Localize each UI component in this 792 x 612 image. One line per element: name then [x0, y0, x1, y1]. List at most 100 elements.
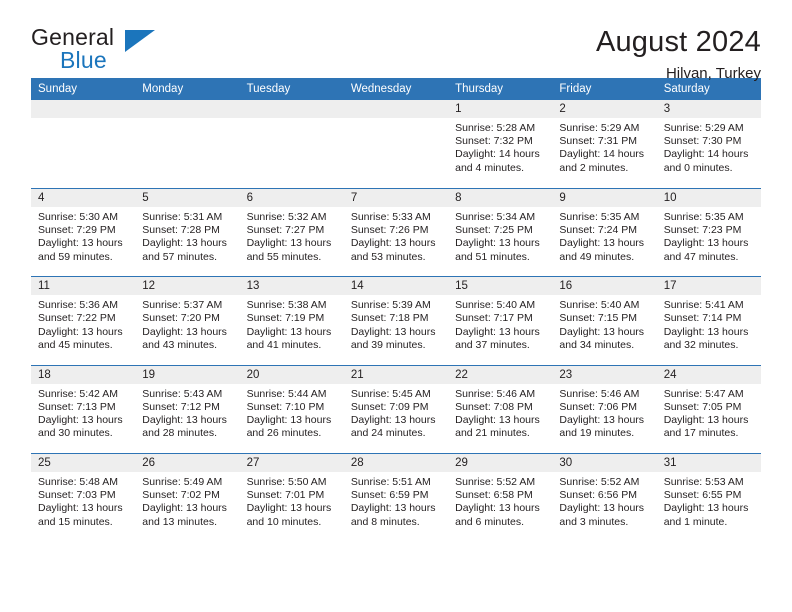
calendar-day-cell[interactable]: 24 Sunrise: 5:47 AM Sunset: 7:05 PM Dayligh… [656, 364, 761, 454]
calendar-day-cell[interactable]: 18 Sunrise: 5:42 AM Sunset: 7:13 PM Dayligh… [31, 364, 136, 454]
day-number: 22 [448, 365, 553, 384]
calendar-day-cell[interactable]: 22 Sunrise: 5:46 AM Sunset: 7:08 PM Dayligh… [448, 364, 553, 454]
daylight-text: Daylight: 13 hours and 55 minutes. [246, 237, 332, 263]
day-cell-content: 14 Sunrise: 5:39 AM Sunset: 7:18 PM Dayligh… [343, 277, 449, 364]
page-title: August 2024 [595, 26, 761, 58]
sunrise-text: Sunrise: 5:34 AM [455, 210, 536, 223]
calendar-day-cell[interactable]: 7 Sunrise: 5:33 AM Sunset: 7:26 PM Daylight… [343, 187, 449, 277]
sunset-text: Sunset: 7:17 PM [455, 312, 533, 325]
day-cell-content: 17 Sunrise: 5:41 AM Sunset: 7:14 PM Dayligh… [656, 277, 761, 364]
calendar-day-cell[interactable]: 5 Sunrise: 5:31 AM Sunset: 7:28 PM Daylight… [135, 187, 240, 277]
sunset-text: Sunset: 6:56 PM [559, 489, 638, 502]
daylight-text: Daylight: 13 hours and 53 minutes. [350, 237, 436, 263]
sunrise-text: Sunrise: 5:43 AM [142, 387, 223, 400]
sunset-text: Sunset: 7:10 PM [246, 400, 325, 413]
calendar-day-cell[interactable]: 10 Sunrise: 5:35 AM Sunset: 7:23 PM Dayligh… [656, 187, 761, 277]
calendar-day-cell[interactable]: 6 Sunrise: 5:32 AM Sunset: 7:27 PM Daylight… [239, 187, 344, 277]
calendar-day-cell[interactable]: 13 Sunrise: 5:38 AM Sunset: 7:19 PM Dayligh… [239, 276, 344, 366]
day-sun-info: Sunrise: 5:40 AM Sunset: 7:15 PM Daylight:… [552, 295, 656, 352]
day-cell-content: 2 Sunrise: 5:29 AM Sunset: 7:31 PM Daylight… [552, 100, 657, 188]
calendar-day-cell[interactable]: 28 Sunrise: 5:51 AM Sunset: 6:59 PM Dayligh… [343, 453, 449, 542]
calendar-day-cell[interactable]: 8 Sunrise: 5:34 AM Sunset: 7:25 PM Daylight… [448, 187, 553, 277]
sunset-text: Sunset: 7:06 PM [559, 400, 638, 413]
daylight-text: Daylight: 13 hours and 21 minutes. [455, 414, 540, 440]
calendar-day-cell[interactable]: 25 Sunrise: 5:48 AM Sunset: 7:03 PM Dayligh… [31, 453, 136, 542]
day-cell-content: 4 Sunrise: 5:30 AM Sunset: 7:29 PM Daylight… [31, 188, 136, 276]
sunset-text: Sunset: 7:05 PM [663, 400, 742, 413]
day-sun-info: Sunrise: 5:28 AM Sunset: 7:32 PM Daylight:… [448, 118, 552, 175]
day-number: 27 [239, 454, 344, 473]
day-number: 25 [31, 454, 136, 473]
day-number: 13 [239, 277, 344, 296]
day-number: 16 [552, 277, 657, 296]
calendar-day-cell[interactable]: 31 Sunrise: 5:53 AM Sunset: 6:55 PM Dayligh… [656, 453, 761, 542]
calendar-day-cell[interactable]: 1 Sunrise: 5:28 AM Sunset: 7:32 PM Daylight… [448, 100, 553, 188]
day-sun-info: Sunrise: 5:50 AM Sunset: 7:01 PM Daylight:… [240, 472, 344, 529]
calendar-day-cell[interactable]: 15 Sunrise: 5:40 AM Sunset: 7:17 PM Dayligh… [448, 276, 553, 366]
day-number: 14 [343, 277, 449, 296]
calendar-table: Sunday Monday Tuesday Wednesday Thursday… [31, 78, 761, 542]
calendar-day-cell[interactable]: 3 Sunrise: 5:29 AM Sunset: 7:30 PM Daylight… [656, 100, 761, 188]
sunrise-text: Sunrise: 5:36 AM [38, 299, 118, 312]
sunrise-text: Sunrise: 5:50 AM [246, 476, 327, 489]
calendar-day-cell[interactable]: 4 Sunrise: 5:30 AM Sunset: 7:29 PM Daylight… [31, 187, 136, 277]
sunset-text: Sunset: 7:22 PM [38, 312, 116, 325]
daylight-text: Daylight: 13 hours and 47 minutes. [663, 237, 749, 263]
calendar-day-cell[interactable]: 14 Sunrise: 5:39 AM Sunset: 7:18 PM Dayligh… [343, 276, 449, 366]
sunrise-text: Sunrise: 5:35 AM [559, 210, 640, 223]
calendar-day-cell[interactable]: 29 Sunrise: 5:52 AM Sunset: 6:58 PM Dayligh… [448, 453, 553, 542]
calendar-day-cell[interactable]: 17 Sunrise: 5:41 AM Sunset: 7:14 PM Dayligh… [656, 276, 761, 366]
sunrise-text: Sunrise: 5:40 AM [559, 299, 640, 312]
day-cell-content: 22 Sunrise: 5:46 AM Sunset: 7:08 PM Dayligh… [448, 365, 553, 453]
weekday-header-tuesday: Tuesday [239, 78, 344, 100]
sunrise-text: Sunrise: 5:48 AM [38, 476, 118, 489]
calendar-page: General Blue August 2024 Hilvan, Turkey … [0, 0, 792, 612]
day-number: 4 [31, 188, 136, 207]
day-cell-content: 8 Sunrise: 5:34 AM Sunset: 7:25 PM Daylight… [448, 188, 553, 276]
calendar-day-cell[interactable]: 2 Sunrise: 5:29 AM Sunset: 7:31 PM Daylight… [552, 100, 657, 188]
daylight-text: Daylight: 14 hours and 2 minutes. [559, 148, 645, 174]
calendar-day-cell[interactable]: 19 Sunrise: 5:43 AM Sunset: 7:12 PM Dayligh… [135, 364, 240, 454]
calendar-day-cell[interactable]: 16 Sunrise: 5:40 AM Sunset: 7:15 PM Dayligh… [552, 276, 657, 366]
day-cell-content: 10 Sunrise: 5:35 AM Sunset: 7:23 PM Dayligh… [656, 188, 761, 276]
sunset-text: Sunset: 7:19 PM [246, 312, 325, 325]
daylight-text: Daylight: 14 hours and 0 minutes. [663, 148, 749, 174]
calendar-day-cell[interactable]: 23 Sunrise: 5:46 AM Sunset: 7:06 PM Dayligh… [552, 364, 657, 454]
sunrise-text: Sunrise: 5:52 AM [455, 476, 536, 489]
sunrise-text: Sunrise: 5:32 AM [246, 210, 327, 223]
day-number: 18 [31, 365, 136, 384]
day-sun-info: Sunrise: 5:39 AM Sunset: 7:18 PM Daylight:… [344, 295, 448, 352]
sunrise-text: Sunrise: 5:51 AM [350, 476, 431, 489]
calendar-day-cell[interactable]: 20 Sunrise: 5:44 AM Sunset: 7:10 PM Dayligh… [239, 364, 344, 454]
sunset-text: Sunset: 6:58 PM [455, 489, 533, 502]
calendar-day-cell[interactable]: 12 Sunrise: 5:37 AM Sunset: 7:20 PM Dayligh… [135, 276, 240, 366]
day-sun-info: Sunrise: 5:52 AM Sunset: 6:58 PM Daylight:… [448, 472, 552, 529]
sunrise-text: Sunrise: 5:46 AM [455, 387, 536, 400]
calendar-day-cell[interactable]: 11 Sunrise: 5:36 AM Sunset: 7:22 PM Dayligh… [31, 276, 136, 366]
sunrise-text: Sunrise: 5:44 AM [246, 387, 327, 400]
day-cell-content: 18 Sunrise: 5:42 AM Sunset: 7:13 PM Dayligh… [31, 365, 136, 453]
daylight-text: Daylight: 13 hours and 19 minutes. [559, 414, 645, 440]
day-cell-content [343, 100, 449, 188]
day-cell-content: 9 Sunrise: 5:35 AM Sunset: 7:24 PM Daylight… [552, 188, 657, 276]
day-cell-content: 7 Sunrise: 5:33 AM Sunset: 7:26 PM Daylight… [343, 188, 449, 276]
day-number [343, 100, 449, 118]
calendar-day-cell[interactable]: 30 Sunrise: 5:52 AM Sunset: 6:56 PM Dayligh… [552, 453, 657, 542]
calendar-day-cell[interactable]: 27 Sunrise: 5:50 AM Sunset: 7:01 PM Dayligh… [239, 453, 344, 542]
day-number: 15 [448, 277, 553, 296]
sunset-text: Sunset: 7:13 PM [38, 400, 116, 413]
calendar-day-cell[interactable]: 26 Sunrise: 5:49 AM Sunset: 7:02 PM Dayligh… [135, 453, 240, 542]
location-subtitle: Hilvan, Turkey [665, 65, 761, 83]
day-number: 7 [343, 188, 449, 207]
calendar-day-cell[interactable]: 21 Sunrise: 5:45 AM Sunset: 7:09 PM Dayligh… [343, 364, 449, 454]
sunset-text: Sunset: 7:14 PM [663, 312, 742, 325]
calendar-day-cell[interactable]: 9 Sunrise: 5:35 AM Sunset: 7:24 PM Daylight… [552, 187, 657, 277]
day-number: 21 [343, 365, 449, 384]
day-cell-content: 5 Sunrise: 5:31 AM Sunset: 7:28 PM Daylight… [135, 188, 240, 276]
day-cell-content: 13 Sunrise: 5:38 AM Sunset: 7:19 PM Dayligh… [239, 277, 344, 364]
day-sun-info: Sunrise: 5:30 AM Sunset: 7:29 PM Daylight:… [31, 207, 135, 264]
brand-logo[interactable]: General Blue [31, 26, 171, 74]
day-sun-info: Sunrise: 5:35 AM Sunset: 7:24 PM Daylight:… [552, 207, 656, 264]
sunrise-text: Sunrise: 5:37 AM [142, 299, 223, 312]
daylight-text: Daylight: 13 hours and 15 minutes. [38, 502, 123, 528]
